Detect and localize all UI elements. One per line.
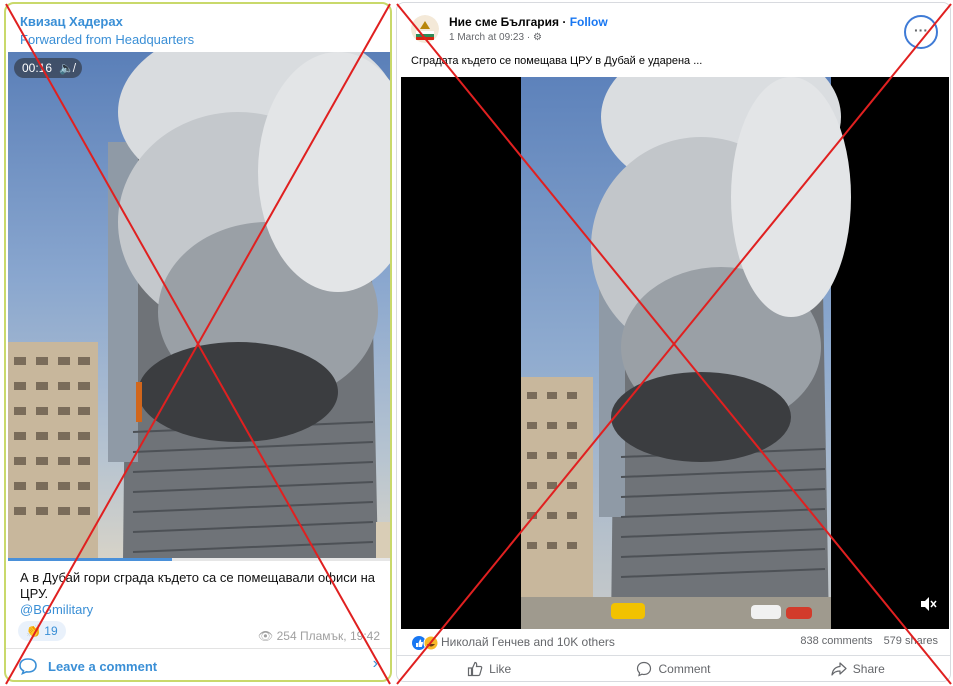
post-caption: Сградата където се помещава ЦРУ в Дубай … [411,55,703,67]
facebook-post: Ние сме България · Follow 1 March at 09:… [396,2,951,682]
facebook-video[interactable] [401,77,949,629]
share-label: Share [852,661,885,676]
video-progress-fill [8,558,173,561]
share-icon [831,661,847,676]
post-meta: 👁 254 Пламък, 19:42 [258,629,380,643]
telegram-post: Квизац Хадерах Forwarded from Headquarte… [4,2,392,682]
comment-icon [637,661,652,677]
speaker-muted-icon[interactable] [919,596,937,617]
telegram-author[interactable]: Квизац Хадерах [20,14,123,29]
reaction-icons[interactable] [411,635,441,651]
leave-comment-label: Leave a comment [48,659,158,674]
video-duration-badge: 00:16 🔈̸ [14,58,83,78]
follow-button[interactable]: Follow [570,15,608,29]
video-progress-bar[interactable] [8,558,390,561]
like-label: Like [489,661,512,676]
burning-building-image [8,52,390,560]
comments-count-link[interactable]: 838 comments [800,635,872,647]
thumbs-up-icon [468,661,483,676]
telegram-video[interactable]: 00:16 🔈̸ [8,52,390,560]
engagement-counts: 838 comments 579 shares [800,635,938,647]
view-count: 254 [276,629,297,643]
page-name-link[interactable]: Ние сме България [449,15,559,29]
more-options-icon: ··· [914,22,928,38]
channel-handle-link[interactable]: @BGmilitary [20,602,93,617]
speaker-muted-icon[interactable]: 🔈̸ [59,61,74,75]
video-duration: 00:16 [22,61,53,75]
comment-bubble-icon [19,658,37,675]
page-name-row: Ние сме България · Follow [449,15,608,29]
like-button[interactable]: Like [397,656,581,681]
globe-icon: ⚙ [532,32,542,43]
forwarded-from[interactable]: Forwarded from Headquarters [20,32,194,47]
eye-icon: 👁 [258,629,274,643]
comment-button[interactable]: Comment [581,656,765,681]
post-actions: Like Comment Share [397,655,950,681]
channel-time: Пламък, 19:42 [300,629,380,643]
burning-building-image [521,77,851,629]
reaction-names[interactable]: Николай Генчев and 10K others [441,635,615,649]
more-options-button[interactable]: ··· [904,15,938,49]
chevron-right-icon: › [372,655,378,672]
post-timestamp-row: 1 March at 09:23 · ⚙ [449,32,542,43]
haha-reaction-icon [423,635,439,651]
clap-reaction[interactable]: 👏 19 [18,621,66,641]
telegram-caption: А в Дубай гори сграда където са се помещ… [20,570,376,601]
share-button[interactable]: Share [766,656,950,681]
avatar[interactable] [411,15,439,43]
post-timestamp[interactable]: 1 March at 09:23 · [449,32,530,43]
leave-comment-button[interactable]: Leave a comment › [6,648,390,680]
comment-label: Comment [658,661,711,676]
shares-count-link[interactable]: 579 shares [884,635,938,647]
